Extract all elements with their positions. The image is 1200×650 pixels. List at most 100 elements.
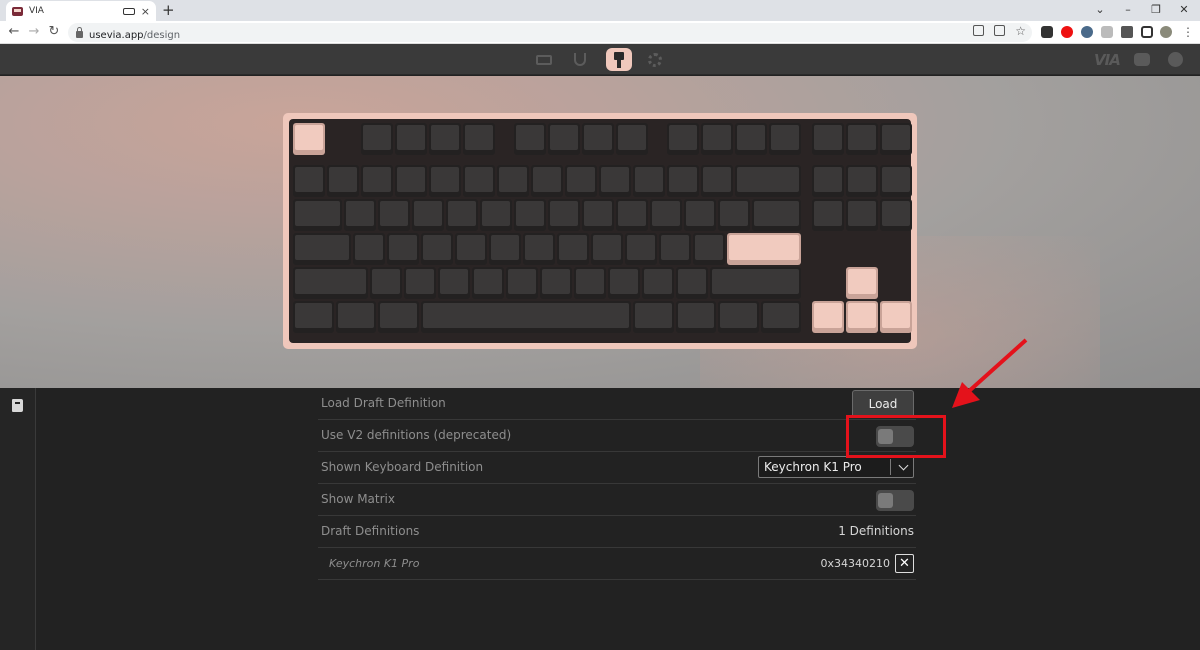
keycap[interactable]	[386, 233, 419, 265]
keycap[interactable]	[760, 301, 801, 333]
keycap[interactable]	[378, 301, 419, 333]
extension-icon[interactable]	[1041, 26, 1053, 38]
keycap[interactable]	[879, 165, 912, 197]
keycap[interactable]	[633, 165, 665, 197]
globe-extension-icon[interactable]	[1081, 26, 1093, 38]
keycap[interactable]	[718, 199, 750, 231]
keycap[interactable]	[845, 199, 878, 231]
opera-extension-icon[interactable]	[1061, 26, 1073, 38]
keycap[interactable]	[514, 123, 546, 155]
keycap[interactable]	[463, 165, 495, 197]
bookmark-star-icon[interactable]: ☆	[1015, 25, 1026, 37]
nav-test[interactable]	[567, 48, 593, 71]
keycap[interactable]	[573, 267, 606, 299]
tab-search-button[interactable]: ⌄	[1090, 3, 1110, 17]
keycap[interactable]	[582, 199, 614, 231]
keycap[interactable]	[497, 165, 529, 197]
keycap[interactable]	[395, 123, 427, 155]
keycap[interactable]	[293, 301, 334, 333]
keycap[interactable]	[590, 233, 623, 265]
keycap[interactable]	[811, 123, 844, 155]
keycap[interactable]	[675, 301, 716, 333]
keycap[interactable]	[735, 123, 767, 155]
share-icon[interactable]	[994, 25, 1006, 36]
lock-icon[interactable]	[76, 26, 83, 38]
keycap[interactable]	[420, 301, 631, 333]
keycap[interactable]	[769, 123, 801, 155]
keycap[interactable]	[531, 165, 563, 197]
keycap[interactable]	[701, 123, 733, 155]
side-panel-icon[interactable]	[1141, 26, 1153, 38]
keycap[interactable]	[658, 233, 691, 265]
window-restore-button[interactable]: ❐	[1146, 3, 1166, 17]
keycap[interactable]	[293, 267, 368, 299]
keycap[interactable]	[437, 267, 470, 299]
keycap[interactable]	[488, 233, 521, 265]
keycap[interactable]	[522, 233, 555, 265]
keycap[interactable]	[667, 165, 699, 197]
keyboard-definition-select[interactable]: Keychron K1 Pro	[758, 456, 914, 478]
via-logo[interactable]: VIA	[1094, 51, 1121, 69]
keycap[interactable]	[845, 165, 878, 197]
keycap[interactable]	[548, 199, 580, 231]
keycap[interactable]	[684, 199, 716, 231]
keycap[interactable]	[514, 199, 546, 231]
remove-definition-button[interactable]: ✕	[895, 554, 914, 573]
avatar[interactable]	[1160, 26, 1172, 38]
keycap[interactable]	[879, 199, 912, 231]
keycap[interactable]	[811, 199, 844, 231]
keycap[interactable]	[692, 233, 725, 265]
keycap[interactable]	[361, 123, 393, 155]
keycap[interactable]	[505, 267, 538, 299]
keycap[interactable]	[556, 233, 589, 265]
keycap[interactable]	[395, 165, 427, 197]
menu-icon[interactable]: ⋮	[1182, 25, 1194, 39]
reload-button[interactable]: ↻	[46, 24, 62, 40]
keycap[interactable]	[752, 199, 801, 231]
keycap[interactable]	[429, 165, 461, 197]
keycap[interactable]	[633, 301, 674, 333]
keycap[interactable]	[879, 123, 912, 155]
keycap[interactable]	[565, 165, 597, 197]
keycap[interactable]	[293, 123, 325, 155]
keycap[interactable]	[735, 165, 801, 197]
back-button[interactable]: ←	[6, 24, 22, 40]
keycap[interactable]	[352, 233, 385, 265]
nav-configure[interactable]	[531, 48, 557, 71]
keycap[interactable]	[454, 233, 487, 265]
github-icon[interactable]	[1168, 52, 1183, 67]
keycap[interactable]	[599, 165, 631, 197]
keycap[interactable]	[616, 199, 648, 231]
keycap[interactable]	[446, 199, 478, 231]
address-bar[interactable]: usevia.app/design ☆	[68, 23, 1032, 42]
keycap[interactable]	[463, 123, 495, 155]
keycap[interactable]	[344, 199, 376, 231]
chevron-down-icon[interactable]	[898, 460, 909, 471]
discord-icon[interactable]	[1134, 53, 1150, 66]
keycap[interactable]	[403, 267, 436, 299]
keycap[interactable]	[480, 199, 512, 231]
browser-tab[interactable]: VIA ×	[6, 1, 156, 21]
nav-settings[interactable]	[642, 48, 668, 71]
image-extension-icon[interactable]	[1101, 26, 1113, 38]
keycap[interactable]	[616, 123, 648, 155]
keycap[interactable]	[335, 301, 376, 333]
forward-button[interactable]: →	[26, 24, 42, 40]
keycap[interactable]	[429, 123, 461, 155]
keycap[interactable]	[845, 301, 878, 333]
tab-close-button[interactable]: ×	[141, 6, 150, 17]
keycap[interactable]	[607, 267, 640, 299]
book-icon[interactable]	[12, 399, 23, 412]
keycap[interactable]	[293, 233, 351, 265]
keycap[interactable]	[675, 267, 708, 299]
nav-design[interactable]	[606, 48, 632, 71]
keycap[interactable]	[378, 199, 410, 231]
keycap[interactable]	[412, 199, 444, 231]
puzzle-icon[interactable]	[1121, 26, 1133, 38]
keycap[interactable]	[327, 165, 359, 197]
keycap[interactable]	[539, 267, 572, 299]
keycap[interactable]	[641, 267, 674, 299]
keycap[interactable]	[650, 199, 682, 231]
keycap[interactable]	[701, 165, 733, 197]
window-minimize-button[interactable]: –	[1118, 3, 1138, 17]
